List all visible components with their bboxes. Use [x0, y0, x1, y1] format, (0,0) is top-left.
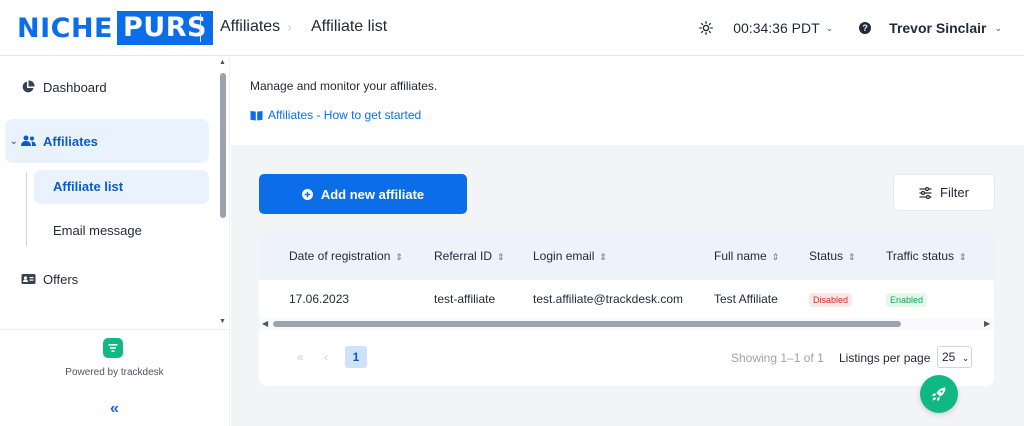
cell-email: test.affiliate@trackdesk.com	[533, 292, 684, 306]
breadcrumb-current: Affiliate list	[311, 18, 388, 35]
status-badge: Disabled	[809, 293, 853, 307]
logo-text-1: NICHE	[17, 12, 113, 44]
scroll-left-arrow-icon[interactable]: ◀	[262, 318, 268, 330]
chevron-down-icon: ⌄	[994, 22, 1002, 33]
column-header-full-name[interactable]: Full name ⇕	[714, 249, 779, 263]
affiliates-table-card: Date of registration ⇕ Referral ID ⇕ Login…	[259, 232, 994, 386]
table-scroll-thumb[interactable]	[273, 321, 901, 327]
timezone-clock[interactable]: 00:34:36 PDT ⌄	[733, 20, 833, 36]
logo-text-2: PURS	[117, 11, 213, 45]
plus-circle-icon	[301, 188, 313, 200]
scroll-up-arrow-icon[interactable]: ▲	[219, 59, 226, 66]
user-name: Trevor Sinclair	[889, 20, 987, 36]
sidebar-footer: Powered by trackdesk «	[0, 329, 229, 426]
page-number-1[interactable]: 1	[345, 346, 367, 368]
sidebar-item-label: Offers	[43, 271, 79, 287]
clock-text: 00:34:36 PDT	[733, 20, 820, 36]
cell-date: 17.06.2023	[289, 292, 350, 306]
link-text: Affiliates - How to get started	[268, 108, 422, 122]
brand-logo[interactable]: NICHE PURS	[17, 11, 213, 45]
chevron-down-icon: ⌄	[10, 135, 18, 146]
user-menu[interactable]: Trevor Sinclair ⌄	[889, 20, 1002, 36]
sort-icon: ⇕	[959, 252, 967, 262]
sidebar-item-dashboard[interactable]: Dashboard	[0, 76, 216, 98]
top-header: NICHE PURS Affiliates › Affiliate list 00…	[0, 0, 1024, 56]
sidebar-scrollbar[interactable]: ▲ ▼	[219, 59, 227, 327]
sidebar-item-offers[interactable]: Offers	[0, 268, 216, 290]
button-label: Filter	[940, 185, 969, 200]
breadcrumb-chevron-icon: ›	[287, 19, 292, 36]
book-icon	[250, 110, 263, 121]
help-icon[interactable]: ?	[859, 22, 872, 34]
previous-page-icon[interactable]: ‹	[313, 350, 339, 364]
intro-description: Manage and monitor your affiliates.	[250, 79, 438, 93]
table-header: Date of registration ⇕ Referral ID ⇕ Login…	[259, 232, 994, 280]
button-label: Add new affiliate	[320, 186, 425, 202]
sort-icon: ⇕	[848, 252, 856, 262]
sidebar-item-affiliates[interactable]: ⌄ Affiliates	[5, 119, 209, 163]
sidebar-item-label: Affiliates	[43, 133, 98, 149]
sidebar-subitem-email-message[interactable]: Email message	[53, 223, 142, 238]
column-header-status[interactable]: Status ⇕	[809, 249, 856, 263]
collapse-sidebar-icon[interactable]: «	[0, 400, 229, 418]
per-page-value: 25	[942, 350, 956, 364]
cell-referral-id: test-affiliate	[434, 292, 496, 306]
add-new-affiliate-button[interactable]: Add new affiliate	[259, 174, 467, 214]
main-content: Manage and monitor your affiliates. Affi…	[231, 57, 1024, 426]
powered-by-text: Powered by trackdesk	[65, 367, 164, 378]
header-divider	[200, 14, 201, 42]
pagination: « ‹ 1	[287, 346, 367, 368]
sidebar-subitem-affiliate-list[interactable]: Affiliate list	[34, 170, 209, 204]
sort-icon: ⇕	[395, 252, 403, 262]
cell-full-name: Test Affiliate	[714, 292, 778, 306]
sidebar-item-label: Dashboard	[43, 79, 107, 95]
sliders-icon	[919, 186, 932, 199]
sort-icon: ⇕	[599, 252, 607, 262]
scroll-right-arrow-icon[interactable]: ▶	[984, 318, 990, 330]
table-horizontal-scrollbar[interactable]: ◀ ▶	[259, 318, 994, 330]
column-header-login-email[interactable]: Login email ⇕	[533, 249, 607, 263]
rocket-launch-button[interactable]	[920, 375, 958, 413]
breadcrumb-root[interactable]: Affiliates	[220, 18, 280, 36]
first-page-icon[interactable]: «	[287, 350, 313, 364]
filter-button[interactable]: Filter	[893, 174, 995, 211]
sort-icon: ⇕	[497, 252, 505, 262]
rocket-icon	[931, 386, 947, 402]
theme-sun-icon[interactable]	[699, 21, 714, 35]
sort-icon: ⇕	[771, 252, 780, 262]
column-header-date[interactable]: Date of registration ⇕	[289, 249, 403, 263]
column-header-referral-id[interactable]: Referral ID ⇕	[434, 249, 505, 263]
sidebar: Dashboard ⌄ Affiliates Affiliate list Em…	[0, 57, 230, 426]
column-header-traffic-status[interactable]: Traffic status ⇕	[886, 249, 967, 263]
traffic-status-badge: Enabled	[886, 293, 928, 307]
listings-per-page-select[interactable]: 25 ⌄	[937, 346, 972, 368]
users-icon	[20, 133, 36, 149]
chevron-down-icon: ⌄	[961, 353, 970, 363]
pie-chart-icon	[20, 79, 36, 95]
trackdesk-logo-icon	[103, 338, 123, 358]
listings-per-page-label: Listings per page	[839, 351, 931, 365]
intro-section: Manage and monitor your affiliates. Affi…	[231, 57, 1024, 145]
chevron-down-icon: ⌄	[825, 22, 834, 33]
id-card-icon	[20, 271, 36, 287]
submenu-guide-line	[26, 172, 27, 246]
how-to-get-started-link[interactable]: Affiliates - How to get started	[250, 108, 421, 122]
sidebar-scroll-thumb[interactable]	[220, 73, 226, 218]
scroll-down-arrow-icon[interactable]: ▼	[219, 318, 226, 325]
showing-count: Showing 1–1 of 1	[731, 351, 824, 365]
